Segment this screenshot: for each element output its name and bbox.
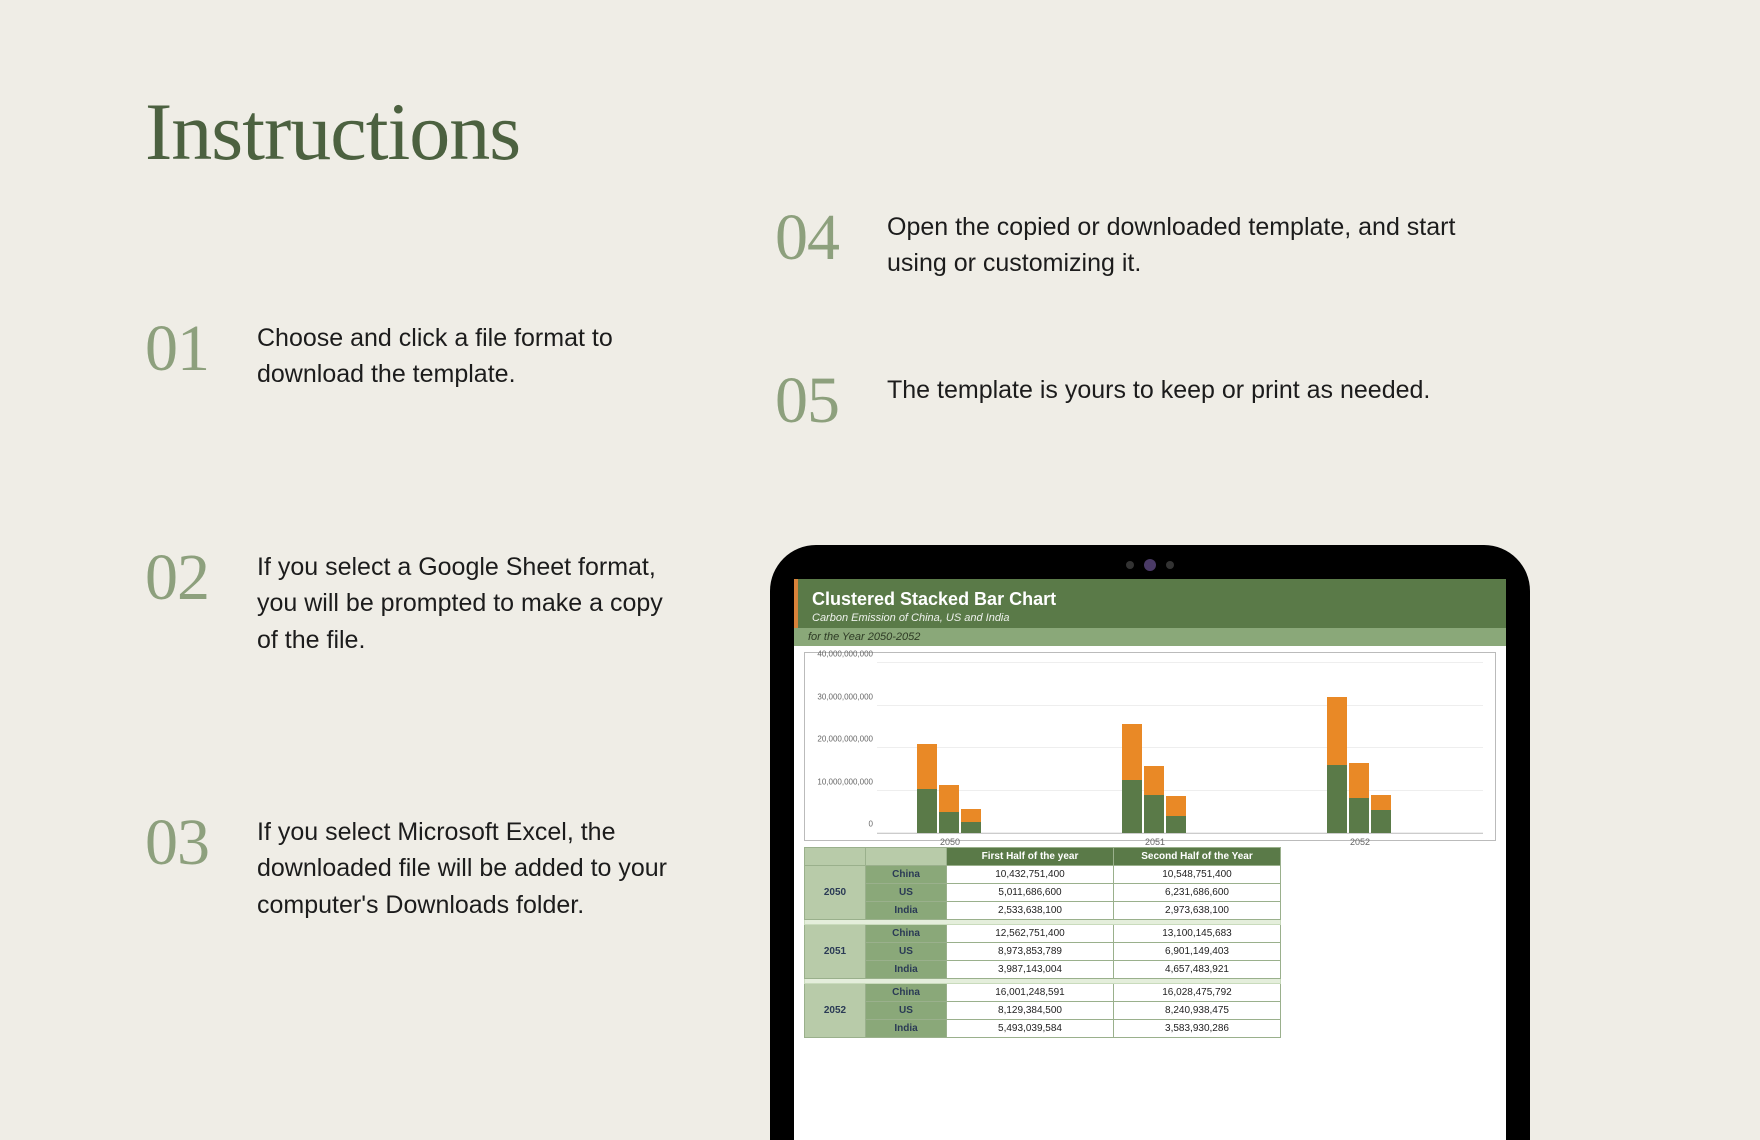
chart-note: for the Year 2050-2052 — [794, 628, 1506, 646]
table-block-2052: 2052 China 16,001,248,591 16,028,475,792… — [805, 984, 1281, 1038]
value-cell: 6,231,686,600 — [1114, 884, 1281, 902]
data-table: First Half of the year Second Half of th… — [804, 847, 1281, 1038]
step-text: The template is yours to keep or print a… — [887, 368, 1430, 408]
country-cell: US — [866, 943, 947, 961]
country-cell: US — [866, 1002, 947, 1020]
step-text: If you select a Google Sheet format, you… — [257, 545, 677, 658]
value-cell: 6,901,149,403 — [1114, 943, 1281, 961]
country-cell: India — [866, 961, 947, 979]
table-row: India 3,987,143,004 4,657,483,921 — [805, 961, 1281, 979]
y-tick: 20,000,000,000 — [813, 735, 873, 744]
value-cell: 5,493,039,584 — [947, 1020, 1114, 1038]
table-row: India 5,493,039,584 3,583,930,286 — [805, 1020, 1281, 1038]
table-row: 2050 China 10,432,751,400 10,548,751,400 — [805, 866, 1281, 884]
instruction-step-05: 05 The template is yours to keep or prin… — [775, 368, 1430, 434]
country-cell: India — [866, 902, 947, 920]
value-cell: 16,001,248,591 — [947, 984, 1114, 1002]
step-text: Choose and click a file format to downlo… — [257, 316, 677, 393]
table-block-2050: 2050 China 10,432,751,400 10,548,751,400… — [805, 866, 1281, 920]
value-cell: 8,129,384,500 — [947, 1002, 1114, 1020]
value-cell: 2,973,638,100 — [1114, 902, 1281, 920]
tablet-mockup: Clustered Stacked Bar Chart Carbon Emiss… — [770, 545, 1530, 1140]
step-number: 05 — [775, 368, 887, 434]
instruction-step-01: 01 Choose and click a file format to dow… — [145, 316, 677, 393]
y-tick: 0 — [813, 820, 873, 829]
country-cell: China — [866, 925, 947, 943]
value-cell: 2,533,638,100 — [947, 902, 1114, 920]
y-tick: 30,000,000,000 — [813, 692, 873, 701]
step-number: 01 — [145, 316, 257, 382]
y-tick: 10,000,000,000 — [813, 777, 873, 786]
value-cell: 12,562,751,400 — [947, 925, 1114, 943]
table-row: 2051 China 12,562,751,400 13,100,145,683 — [805, 925, 1281, 943]
country-cell: China — [866, 866, 947, 884]
value-cell: 3,987,143,004 — [947, 961, 1114, 979]
value-cell: 10,432,751,400 — [947, 866, 1114, 884]
table-row: India 2,533,638,100 2,973,638,100 — [805, 902, 1281, 920]
value-cell: 3,583,930,286 — [1114, 1020, 1281, 1038]
tablet-dot-icon — [1166, 561, 1174, 569]
table-header-col2: Second Half of the Year — [1114, 848, 1281, 866]
x-tick: 2052 — [1350, 837, 1370, 847]
table-row: US 5,011,686,600 6,231,686,600 — [805, 884, 1281, 902]
chart-container: 0 10,000,000,000 20,000,000,000 30,000,0… — [804, 652, 1496, 841]
chart-plot: 0 10,000,000,000 20,000,000,000 30,000,0… — [877, 663, 1483, 834]
table-row: 2052 China 16,001,248,591 16,028,475,792 — [805, 984, 1281, 1002]
value-cell: 8,240,938,475 — [1114, 1002, 1281, 1020]
instruction-step-02: 02 If you select a Google Sheet format, … — [145, 545, 677, 658]
x-tick: 2051 — [1145, 837, 1165, 847]
table-header-col1: First Half of the year — [947, 848, 1114, 866]
value-cell: 8,973,853,789 — [947, 943, 1114, 961]
page-title: Instructions — [145, 85, 520, 179]
step-text: If you select Microsoft Excel, the downl… — [257, 810, 677, 923]
value-cell: 13,100,145,683 — [1114, 925, 1281, 943]
country-cell: India — [866, 1020, 947, 1038]
chart-title: Clustered Stacked Bar Chart — [812, 589, 1492, 610]
year-cell: 2050 — [805, 866, 866, 920]
step-number: 04 — [775, 205, 887, 271]
country-cell: US — [866, 884, 947, 902]
sheet-header: Clustered Stacked Bar Chart Carbon Emiss… — [794, 579, 1506, 628]
year-cell: 2051 — [805, 925, 866, 979]
table-row: US 8,973,853,789 6,901,149,403 — [805, 943, 1281, 961]
chart-subtitle: Carbon Emission of China, US and India — [812, 612, 1492, 624]
step-number: 03 — [145, 810, 257, 876]
tablet-screen: Clustered Stacked Bar Chart Carbon Emiss… — [794, 579, 1506, 1140]
tablet-sensors — [1126, 559, 1174, 571]
x-tick: 2050 — [940, 837, 960, 847]
year-cell: 2052 — [805, 984, 866, 1038]
table-block-2051: 2051 China 12,562,751,400 13,100,145,683… — [805, 925, 1281, 979]
value-cell: 10,548,751,400 — [1114, 866, 1281, 884]
instruction-step-04: 04 Open the copied or downloaded templat… — [775, 205, 1507, 282]
tablet-dot-icon — [1126, 561, 1134, 569]
y-tick: 40,000,000,000 — [813, 650, 873, 659]
step-number: 02 — [145, 545, 257, 611]
value-cell: 5,011,686,600 — [947, 884, 1114, 902]
table-row: US 8,129,384,500 8,240,938,475 — [805, 1002, 1281, 1020]
value-cell: 4,657,483,921 — [1114, 961, 1281, 979]
country-cell: China — [866, 984, 947, 1002]
step-text: Open the copied or downloaded template, … — [887, 205, 1507, 282]
value-cell: 16,028,475,792 — [1114, 984, 1281, 1002]
tablet-camera-icon — [1144, 559, 1156, 571]
instruction-step-03: 03 If you select Microsoft Excel, the do… — [145, 810, 677, 923]
